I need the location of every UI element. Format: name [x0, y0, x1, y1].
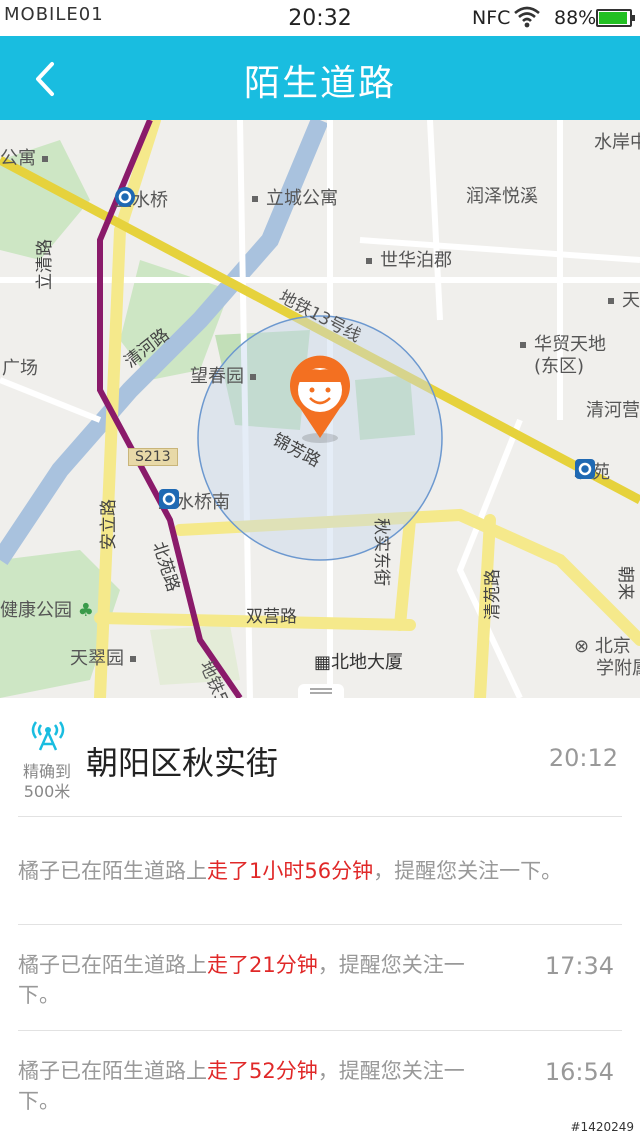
- alert-message: 橘子已在陌生道路上走了1小时56分钟，提醒您关注一下。: [18, 859, 563, 883]
- road-label: 朝来: [615, 566, 635, 600]
- alert-message: 橘子已在陌生道路上走了52分钟，提醒您关注一下。: [18, 1059, 465, 1113]
- road-label: 安立路: [99, 499, 119, 550]
- map-label: 天翠园: [70, 644, 144, 670]
- wifi-icon: [514, 6, 540, 28]
- map-label: 健康公园 ♣: [0, 600, 94, 621]
- status-bar: MOBILE01 20:32 NFC 88%: [0, 0, 640, 36]
- battery-icon: [596, 9, 635, 27]
- road-label: 立清路: [35, 239, 55, 290]
- map-label: 清河营: [586, 400, 640, 421]
- road-label: 清苑路: [483, 569, 503, 620]
- page-title: 陌生道路: [243, 63, 396, 104]
- panel-drag-handle[interactable]: [298, 684, 344, 698]
- info-panel: 精确到500米 朝阳区秋实街 20:12 橘子已在陌生道路上走了1小时56分钟，…: [0, 698, 640, 1138]
- accuracy-label: 精确到500米: [22, 762, 71, 801]
- highway-shield: S213: [128, 448, 178, 466]
- divider: [18, 816, 622, 817]
- divider: [18, 1030, 622, 1031]
- nfc-indicator: NFC: [472, 7, 511, 29]
- alert-time: 17:34: [544, 952, 614, 980]
- road-label: 秋实东街: [371, 518, 391, 586]
- map-view[interactable]: 公寓 立水桥 立城公寓 润泽悦溪 水岸中 世华泊郡 天 立清路 广场 清河路 华…: [0, 120, 640, 698]
- map-label: 水岸中: [594, 132, 640, 153]
- location-time: 20:12: [548, 744, 618, 772]
- alert-message: 橘子已在陌生道路上走了21分钟，提醒您关注一下。: [18, 953, 465, 1007]
- subway-station-icon: [115, 187, 135, 207]
- map-label: 世华泊郡: [366, 246, 452, 272]
- footer-watermark: #1420249: [570, 1120, 635, 1134]
- map-label: 润泽悦溪: [466, 186, 538, 207]
- signal-tower-icon: [31, 721, 65, 751]
- map-label: 公寓: [0, 144, 56, 170]
- subway-station-icon: [159, 489, 179, 509]
- map-label: 广场: [2, 358, 38, 379]
- app-header: 陌生道路: [0, 36, 640, 120]
- alert-time: 16:54: [544, 1058, 614, 1086]
- battery-percent: 88%: [554, 7, 597, 29]
- map-label: ▦北地大厦: [314, 652, 404, 673]
- subway-station-icon: [575, 459, 595, 479]
- map-label: (东区): [534, 356, 585, 377]
- map-label: 立城公寓: [252, 184, 338, 210]
- status-time: 20:32: [288, 6, 352, 31]
- map-label: 立水桥南: [158, 488, 230, 514]
- map-label: 学附属: [596, 658, 640, 679]
- location-name: 朝阳区秋实街: [86, 744, 279, 782]
- map-label: 北苑: [574, 458, 610, 484]
- map-label: 望春园: [190, 362, 264, 388]
- map-label: 立水桥: [114, 186, 168, 212]
- divider: [18, 924, 622, 925]
- location-row[interactable]: 精确到500米 朝阳区秋实街 20:12: [0, 698, 640, 816]
- map-label: 天: [608, 286, 640, 312]
- park-icon: ♣: [77, 600, 94, 621]
- road-label: 双营路: [246, 607, 297, 627]
